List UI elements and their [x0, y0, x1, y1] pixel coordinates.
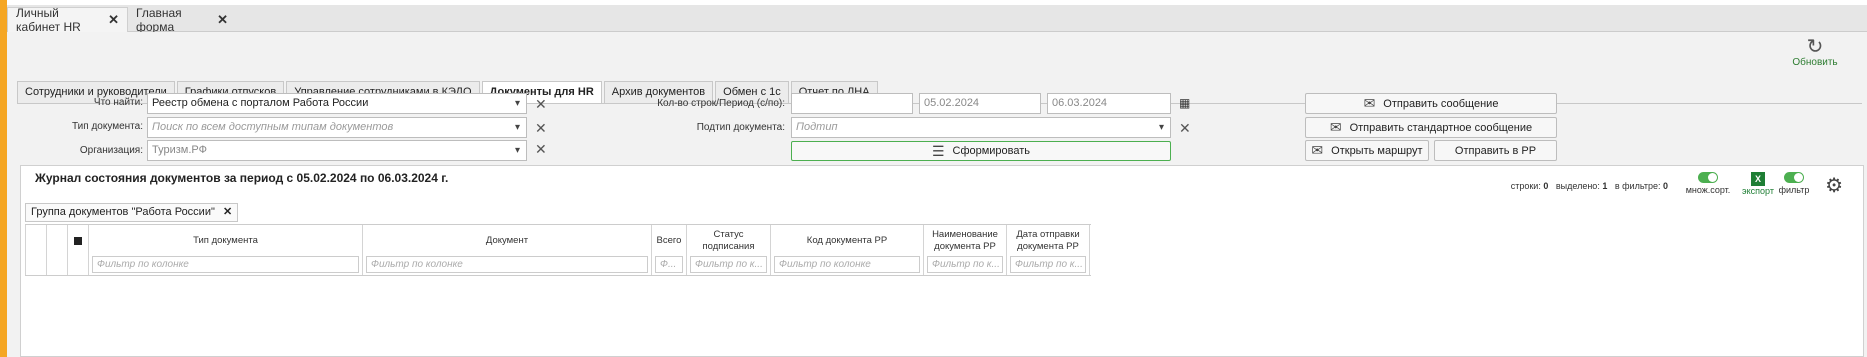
calendar-icon[interactable]: ▦	[1179, 96, 1190, 110]
column-filter-input[interactable]: Фильтр по колонке	[92, 256, 359, 273]
column-header[interactable]: Код документа РР	[771, 227, 923, 255]
open-route-label: Открыть маршрут	[1331, 144, 1423, 157]
column-header[interactable]: Всего	[652, 227, 686, 255]
send-message-label: Отправить сообщение	[1383, 97, 1499, 110]
select-all-checkbox[interactable]	[74, 237, 82, 245]
multisort-label: множ.сорт.	[1685, 185, 1731, 195]
generate-label: Сформировать	[952, 145, 1031, 157]
window-tab-label: Главная форма	[136, 5, 182, 34]
column-header[interactable]: Наименование документа РР	[924, 227, 1006, 255]
column-header[interactable]: Документ	[363, 227, 651, 255]
column-filter-input[interactable]: Фильтр по к...	[1010, 256, 1086, 273]
table-col-expand	[25, 225, 46, 275]
doc-type-placeholder: Поиск по всем доступным типам документов	[152, 121, 394, 133]
send-message-button[interactable]: ✉ Отправить сообщение	[1305, 93, 1557, 114]
date-from-input[interactable]: 05.02.2024	[919, 93, 1041, 114]
rows-count-input[interactable]	[791, 93, 913, 114]
group-chip-label: Группа документов "Работа России"	[31, 206, 215, 218]
send-to-rr-button[interactable]: Отправить в РР	[1434, 140, 1557, 161]
documents-table: Тип документа Фильтр по колонке Документ…	[25, 224, 1091, 276]
close-icon[interactable]: ✕	[217, 12, 228, 28]
window-tab-hr-cabinet[interactable]: Личный кабинет HR ✕	[7, 6, 128, 34]
column-filter-input[interactable]: Фильтр по к...	[690, 256, 767, 273]
org-select-value: Туризм.РФ	[152, 144, 207, 156]
column-filter-input[interactable]: Фильтр по колонке	[366, 256, 648, 273]
window-tab-label: Личный кабинет HR	[16, 6, 81, 34]
chevron-down-icon: ▾	[514, 98, 520, 109]
journal-title: Журнал состояния документов за период с …	[35, 171, 449, 185]
group-filter-chip[interactable]: Группа документов "Работа России" ✕	[25, 203, 239, 222]
journal-stats: строки: 0 выделено: 1 в фильтре: 0	[1511, 181, 1668, 191]
multisort-toggle[interactable]: множ.сорт.	[1683, 172, 1733, 195]
subtype-placeholder: Подтип	[796, 121, 838, 133]
org-label: Организация:	[79, 145, 143, 156]
window-accent-bar	[0, 0, 7, 357]
envelope-icon: ✉	[1311, 142, 1324, 158]
date-to-input[interactable]: 06.03.2024	[1047, 93, 1171, 114]
chevron-down-icon: ▾	[1158, 122, 1164, 133]
search-label: Что найти:	[93, 97, 143, 108]
column-filter-input[interactable]: Фильтр по колонке	[774, 256, 920, 273]
gear-icon[interactable]: ⚙	[1825, 173, 1843, 198]
in-filter-stat-value: 0	[1662, 181, 1668, 191]
open-route-button[interactable]: ✉ Открыть маршрут	[1305, 140, 1429, 161]
clear-doc-type-icon[interactable]: ✕	[535, 121, 547, 135]
selected-stat-label: выделено:	[1555, 181, 1600, 191]
filter-label: фильтр	[1778, 185, 1810, 195]
clear-search-icon[interactable]: ✕	[535, 97, 547, 111]
clear-org-icon[interactable]: ✕	[535, 142, 547, 156]
rows-stat-value: 0	[1543, 181, 1549, 191]
table-col-sign-status[interactable]: Статус подписания Фильтр по к...	[686, 225, 770, 275]
generate-button[interactable]: ☰ Сформировать	[791, 141, 1171, 161]
table-col-document[interactable]: Документ Фильтр по колонке	[362, 225, 651, 275]
rows-period-label: Кол-во строк/Период (с/по):	[657, 98, 785, 109]
column-filter-input[interactable]: Фильтр по к...	[927, 256, 1003, 273]
table-col-rr-code[interactable]: Код документа РР Фильтр по колонке	[770, 225, 923, 275]
refresh-label: Обновить	[1792, 57, 1838, 68]
excel-icon: X	[1751, 172, 1765, 186]
table-col-doc-type[interactable]: Тип документа Фильтр по колонке	[88, 225, 362, 275]
search-select-value: Реестр обмена с порталом Работа России	[152, 97, 369, 109]
send-to-rr-label: Отправить в РР	[1454, 144, 1537, 157]
clear-subtype-icon[interactable]: ✕	[1179, 121, 1191, 135]
chevron-down-icon: ▾	[514, 122, 520, 133]
selected-stat-value: 1	[1602, 181, 1608, 191]
subtype-label: Подтип документа:	[696, 122, 785, 133]
column-filter-input[interactable]: Ф...	[655, 256, 683, 273]
table-col-select[interactable]	[67, 225, 88, 275]
table-col-marker	[46, 225, 67, 275]
journal-panel: Журнал состояния документов за период с …	[20, 165, 1864, 357]
table-col-rr-name[interactable]: Наименование документа РР Фильтр по к...	[923, 225, 1006, 275]
chevron-down-icon: ▾	[514, 145, 520, 156]
window-tab-main-form[interactable]: Главная форма ✕	[128, 5, 236, 34]
generate-icon: ☰	[931, 142, 945, 159]
close-icon[interactable]: ✕	[108, 12, 119, 28]
search-select[interactable]: Реестр обмена с порталом Работа России ▾	[147, 93, 527, 114]
toolbar: ↻ Обновить	[7, 32, 1867, 77]
column-header[interactable]: Дата отправки документа РР	[1007, 227, 1089, 255]
send-standard-message-label: Отправить стандартное сообщение	[1349, 121, 1533, 134]
envelope-icon: ✉	[1329, 119, 1342, 135]
doc-type-select[interactable]: Поиск по всем доступным типам документов…	[147, 117, 527, 138]
toggle-icon	[1784, 172, 1804, 183]
close-icon[interactable]: ✕	[223, 206, 232, 218]
toggle-icon	[1698, 172, 1718, 183]
in-filter-stat-label: в фильтре:	[1614, 181, 1661, 191]
table-col-rr-send-date[interactable]: Дата отправки документа РР Фильтр по к..…	[1006, 225, 1090, 275]
filter-toggle[interactable]: фильтр	[1769, 172, 1819, 195]
rows-stat-label: строки:	[1510, 181, 1541, 191]
doc-type-label: Тип документа:	[72, 121, 143, 132]
send-standard-message-button[interactable]: ✉ Отправить стандартное сообщение	[1305, 117, 1557, 138]
column-header[interactable]: Тип документа	[89, 227, 362, 255]
envelope-icon: ✉	[1363, 95, 1376, 111]
org-select[interactable]: Туризм.РФ ▾	[147, 140, 527, 161]
table-col-total[interactable]: Всего Ф...	[651, 225, 686, 275]
refresh-icon: ↻	[1806, 36, 1824, 58]
subtype-select[interactable]: Подтип ▾	[791, 117, 1171, 138]
window-tab-bar: Личный кабинет HR ✕ Главная форма ✕	[7, 5, 1867, 34]
main-area: Сотрудники и руководители Графики отпуск…	[7, 77, 1867, 357]
column-header[interactable]: Статус подписания	[687, 227, 770, 255]
refresh-button[interactable]: ↻ Обновить	[1785, 37, 1845, 68]
